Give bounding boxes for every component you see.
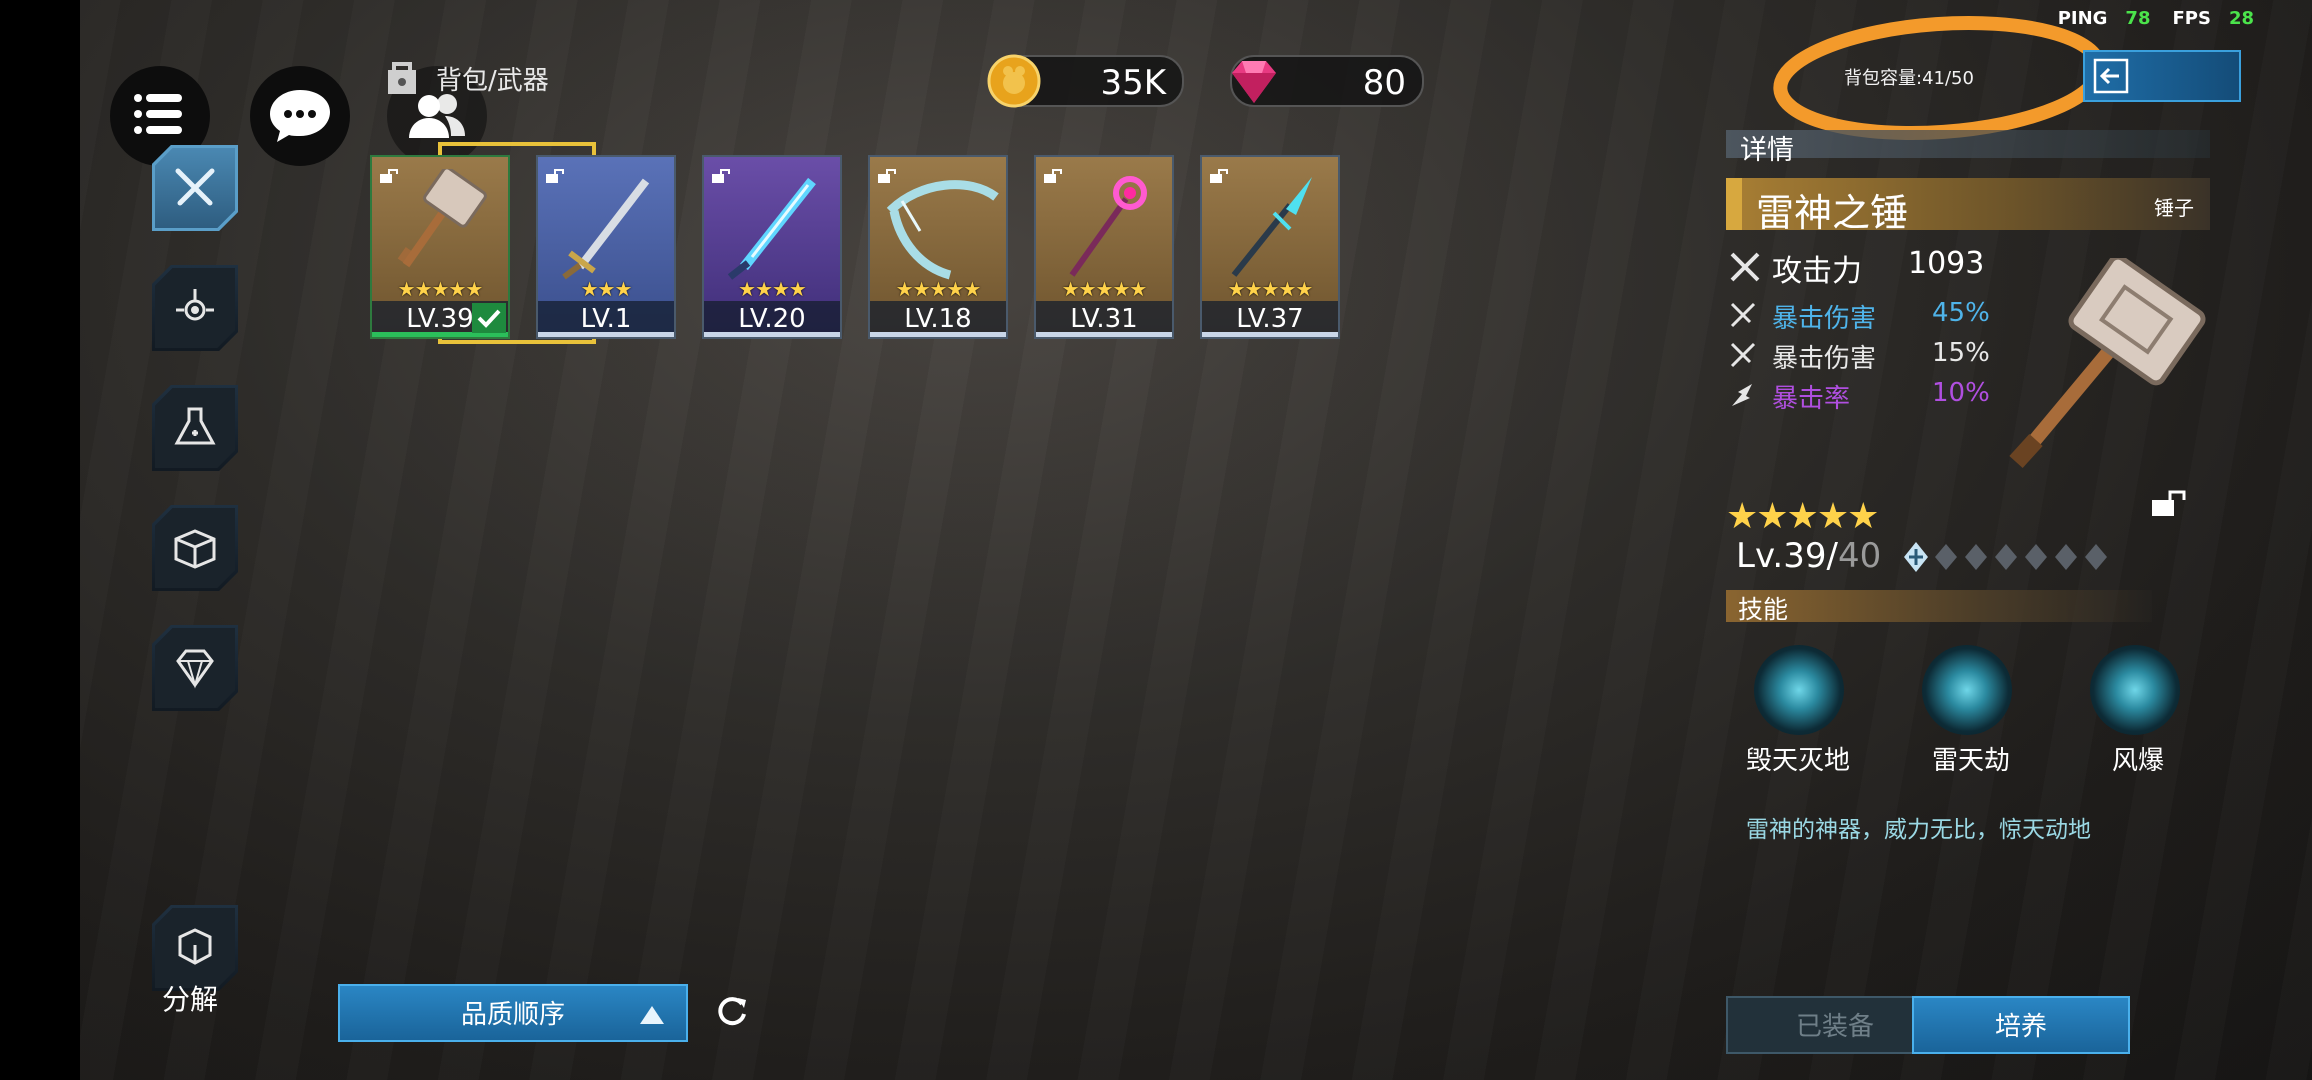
weapon-stars: ★★★★★: [895, 277, 982, 301]
back-arrow-icon: [2093, 58, 2129, 94]
box-icon: [174, 529, 216, 569]
hammer-icon: [397, 169, 487, 268]
weapon-type: 锤子: [2154, 196, 2194, 220]
detail-header: 详情: [1726, 130, 2210, 166]
sword-icon: [562, 178, 650, 280]
fps-label: FPS: [2172, 8, 2211, 29]
weapon-card-hammer[interactable]: ★★★★★ LV.39: [370, 155, 510, 339]
weapon-card-sword[interactable]: ★★★ LV.1: [536, 155, 676, 339]
gems-value: 80: [1362, 63, 1406, 103]
max-level: 40: [1837, 536, 1882, 576]
nav-materials[interactable]: [152, 505, 238, 591]
weapon-stars: ★★★: [580, 277, 633, 301]
weapon-stars: ★★★★★: [397, 277, 484, 301]
skill-label: 风爆: [2112, 746, 2165, 776]
sort-label: 品质顺序: [460, 1000, 565, 1030]
crit-rate-icon: [1732, 384, 1752, 406]
refresh-icon[interactable]: [712, 990, 752, 1030]
attack-value: 1093: [1908, 246, 1985, 281]
weapon-preview-hammer: [2009, 258, 2206, 469]
weapon-description: 雷神的神器，威力无比，惊天动地: [1746, 817, 2091, 843]
weapon-card-ice-sword[interactable]: ★★★★ LV.20: [702, 155, 842, 339]
skill-icon-2[interactable]: [1922, 645, 2012, 735]
stat-value: 45%: [1932, 298, 1990, 328]
nav-potions[interactable]: [152, 385, 238, 471]
diamond-icon: [176, 649, 214, 689]
train-label: 培养: [1994, 1012, 2047, 1042]
stat-label: 暴击伤害: [1772, 304, 1877, 334]
breadcrumb: 背包/武器: [436, 66, 549, 96]
weapon-stars: ★★★★: [738, 277, 807, 301]
nav-accessory[interactable]: [152, 265, 238, 351]
gems-display: 80: [1230, 55, 1424, 107]
fps-value: 28: [2228, 8, 2254, 29]
weapon-card-spear[interactable]: ★★★★★ LV.37: [1200, 155, 1340, 339]
train-button[interactable]: 培养: [1912, 996, 2130, 1054]
unlock-icon[interactable]: [2152, 488, 2188, 518]
weapon-stars: ★★★★★: [1061, 277, 1148, 301]
detail-stars: ★★★★★: [1726, 496, 1879, 537]
spear-icon: [1231, 177, 1312, 277]
skill-label: 毁天灭地: [1746, 746, 1851, 776]
coins-value: 35K: [1100, 63, 1166, 103]
equipped-label: 已装备: [1795, 1012, 1874, 1042]
game-screen: PING 78 FPS 28 分解 背包/武器 35K 80 背包容量:41/5…: [80, 0, 2312, 1080]
bag-icon: [380, 56, 424, 104]
weapon-card-bow[interactable]: ★★★★★ LV.18: [868, 155, 1008, 339]
weapon-name-bar: 雷神之锤 锤子: [1726, 178, 2210, 235]
staff-icon: [1069, 176, 1147, 277]
bag-capacity: 背包容量:41/50: [1844, 68, 1974, 89]
stat-label: 暴击伤害: [1772, 344, 1877, 374]
detail-level: Lv.39/40: [1736, 536, 1881, 576]
ice-sword-icon: [727, 177, 816, 280]
attack-label: 攻击力: [1772, 254, 1862, 289]
nav-gems[interactable]: [152, 625, 238, 711]
bow-icon: [886, 180, 999, 280]
orbit-icon: [176, 289, 214, 321]
flask-icon: [174, 407, 216, 445]
nav-weapons[interactable]: [152, 145, 238, 231]
triangle-up-icon: [640, 1006, 664, 1024]
stat-label: 暴击率: [1772, 384, 1851, 414]
skill-icon-3[interactable]: [2090, 645, 2180, 735]
equipped-check-icon: [472, 303, 506, 333]
coin-icon: [987, 54, 1041, 108]
attack-icon: [1730, 252, 1760, 282]
sort-dropdown[interactable]: 品质顺序: [338, 984, 688, 1042]
crossed-swords-icon: [175, 168, 215, 206]
decompose-icon: [178, 928, 212, 965]
weapon-card-staff[interactable]: ★★★★★ LV.31: [1034, 155, 1174, 339]
skills-header-label: 技能: [1738, 595, 1789, 624]
chat-button[interactable]: [250, 66, 350, 166]
detail-header-label: 详情: [1740, 135, 1794, 166]
coins-display: 35K: [987, 54, 1184, 108]
skill-label: 雷天劫: [1932, 746, 2011, 776]
ping-value: 78: [2125, 8, 2151, 29]
crit-damage-icon: [1730, 302, 1756, 328]
weapon-stars: ★★★★★: [1227, 277, 1314, 301]
crit-damage-icon: [1730, 342, 1756, 368]
skills-header: 技能: [1726, 590, 2152, 624]
current-level: Lv.39/: [1736, 536, 1838, 576]
chat-bubble-icon: [270, 90, 330, 142]
refine-gems: [1904, 542, 2107, 572]
skill-icon-1[interactable]: [1754, 645, 1844, 735]
decompose-label[interactable]: 分解: [162, 978, 218, 1018]
gem-icon: [1232, 61, 1276, 103]
back-button[interactable]: [2083, 50, 2241, 102]
weapon-name: 雷神之锤: [1756, 191, 1909, 235]
stat-value: 10%: [1932, 378, 1990, 408]
stat-value: 15%: [1932, 338, 1990, 368]
